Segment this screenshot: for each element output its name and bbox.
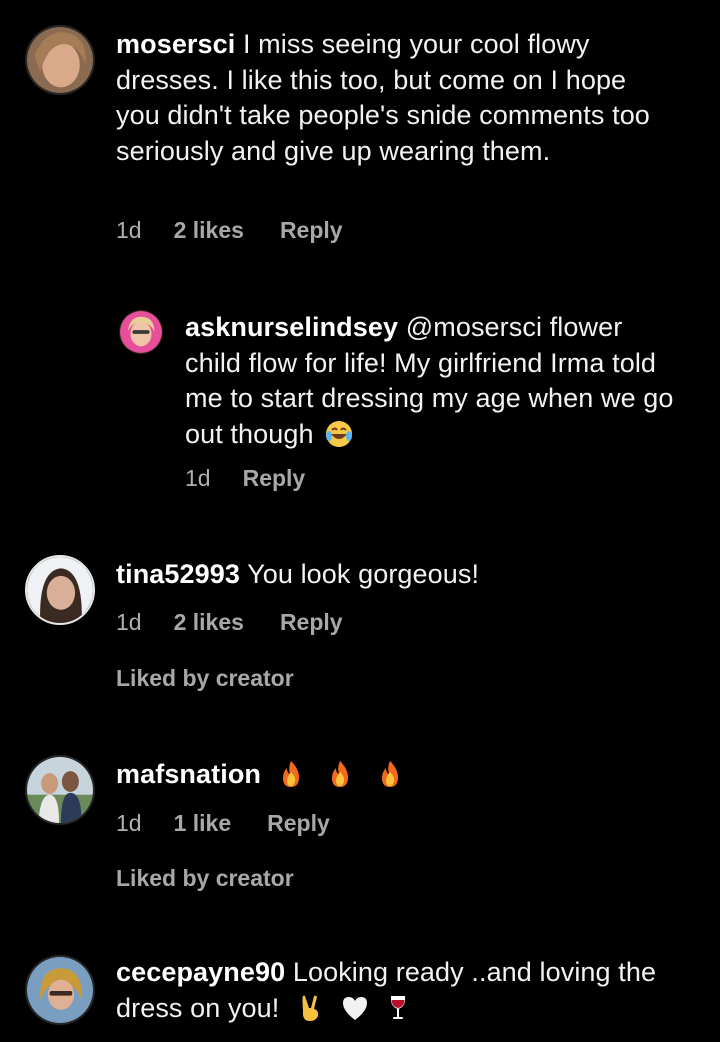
fire-emoji xyxy=(376,760,404,788)
reply-button[interactable]: Reply xyxy=(280,217,343,244)
user-avatar-icon xyxy=(27,957,93,1023)
likes-count[interactable]: 2 likes xyxy=(174,217,244,244)
comment-text: You look gorgeous! xyxy=(247,559,480,589)
comment-username[interactable]: mafsnation xyxy=(116,759,261,789)
avatar[interactable] xyxy=(25,755,95,825)
user-avatar-icon xyxy=(27,557,93,623)
reply-button[interactable]: Reply xyxy=(280,609,343,636)
liked-by-creator-label: Liked by creator xyxy=(116,865,294,891)
comment-timestamp: 1d xyxy=(116,609,142,635)
user-avatar-icon xyxy=(120,311,162,353)
victory-hand-emoji xyxy=(297,994,325,1022)
comment-username[interactable]: cecepayne90 xyxy=(116,957,285,987)
comment-username[interactable]: asknurselindsey xyxy=(185,312,398,342)
avatar[interactable] xyxy=(25,555,95,625)
likes-count[interactable]: 1 like xyxy=(174,810,232,837)
user-avatar-icon xyxy=(27,27,93,93)
comment-timestamp: 1d xyxy=(116,810,142,836)
fire-emoji xyxy=(326,760,354,788)
liked-by-creator-label: Liked by creator xyxy=(116,665,294,691)
avatar[interactable] xyxy=(25,25,95,95)
comment-timestamp: 1d xyxy=(116,217,142,243)
white-heart-emoji xyxy=(341,994,369,1022)
likes-count[interactable]: 2 likes xyxy=(174,609,244,636)
user-avatar-icon xyxy=(27,757,93,823)
reply-button[interactable]: Reply xyxy=(267,810,330,837)
avatar[interactable] xyxy=(25,955,95,1025)
comment-timestamp: 1d xyxy=(185,465,211,491)
comment-username[interactable]: mosersci xyxy=(116,29,235,59)
laughing-tears-emoji xyxy=(325,420,353,448)
comment-username[interactable]: tina52993 xyxy=(116,559,240,589)
fire-emoji xyxy=(277,760,305,788)
reply-button[interactable]: Reply xyxy=(243,465,306,492)
wine-glass-emoji xyxy=(384,994,412,1022)
avatar[interactable] xyxy=(119,310,163,354)
